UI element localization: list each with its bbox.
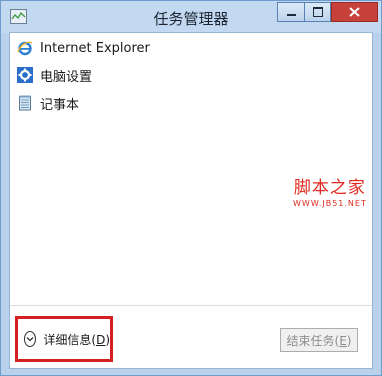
watermark-title: 脚本之家 (293, 178, 366, 198)
chevron-down-icon (24, 331, 37, 347)
app-label: Internet Explorer (40, 40, 150, 56)
title-bar[interactable]: 任务管理器 (1, 1, 381, 33)
maximize-button[interactable] (304, 2, 331, 22)
maximize-icon (312, 7, 323, 17)
app-item-notepad[interactable]: 记事本 (17, 92, 79, 114)
more-details-label: 详细信息(D) (43, 332, 110, 347)
notepad-icon (17, 95, 33, 111)
close-icon (349, 7, 360, 17)
watermark: 脚本之家 WWW.JB51.NET (293, 173, 367, 208)
app-list-panel: Internet Explorer 电脑设置 记事本 脚本之家 WWW.JB51… (9, 32, 373, 369)
internet-explorer-icon (17, 40, 33, 56)
end-task-button[interactable]: 结束任务(E) (280, 328, 358, 352)
end-task-label: 结束任务(E) (286, 333, 352, 348)
minimize-button[interactable] (277, 2, 304, 22)
app-item-pc-settings[interactable]: 电脑设置 (17, 64, 92, 86)
app-label: 记事本 (40, 97, 80, 113)
app-label: 电脑设置 (40, 69, 93, 85)
footer: 详细信息(D) 结束任务(E) (10, 306, 372, 368)
app-item-internet-explorer[interactable]: Internet Explorer (17, 37, 150, 59)
minimize-icon (286, 14, 296, 16)
more-details-toggle[interactable]: 详细信息(D) (15, 316, 113, 362)
task-manager-window: 任务管理器 Internet Explorer 电脑设置 记事本 脚本之家 WW… (0, 0, 382, 376)
pc-settings-icon (17, 67, 33, 83)
close-button[interactable] (331, 2, 378, 22)
watermark-subtitle: WWW.JB51.NET (293, 199, 367, 208)
